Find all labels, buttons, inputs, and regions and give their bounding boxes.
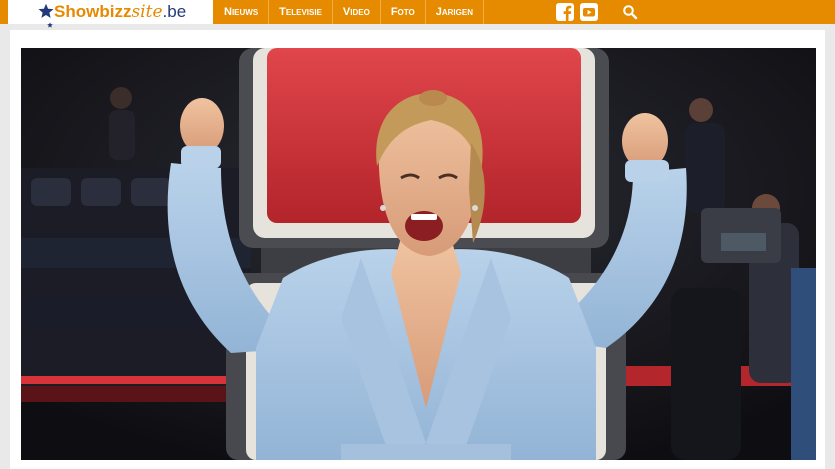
hero-image[interactable] bbox=[21, 48, 816, 460]
search-icon[interactable] bbox=[622, 4, 638, 20]
star-icon bbox=[38, 3, 54, 18]
small-star-icon bbox=[47, 22, 53, 28]
logo-part-site: site bbox=[131, 2, 163, 22]
logo-part-domain: .be bbox=[162, 2, 187, 21]
nav-item-jarigen[interactable]: Jarigen bbox=[426, 0, 484, 24]
logo-part-showbizz: Showbizz bbox=[54, 2, 132, 21]
nav-item-video[interactable]: Video bbox=[333, 0, 381, 24]
nav-item-nieuws[interactable]: Nieuws bbox=[213, 0, 270, 24]
youtube-icon[interactable] bbox=[579, 2, 599, 22]
logo-wordmark[interactable]: Showbizzsite.be bbox=[54, 2, 186, 22]
nav-item-televisie[interactable]: Televisie bbox=[269, 0, 333, 24]
facebook-icon[interactable] bbox=[555, 2, 575, 22]
main-nav: Nieuws Televisie Video Foto Jarigen bbox=[213, 0, 484, 24]
nav-item-foto[interactable]: Foto bbox=[381, 0, 426, 24]
hero-photo-illustration bbox=[21, 48, 816, 460]
